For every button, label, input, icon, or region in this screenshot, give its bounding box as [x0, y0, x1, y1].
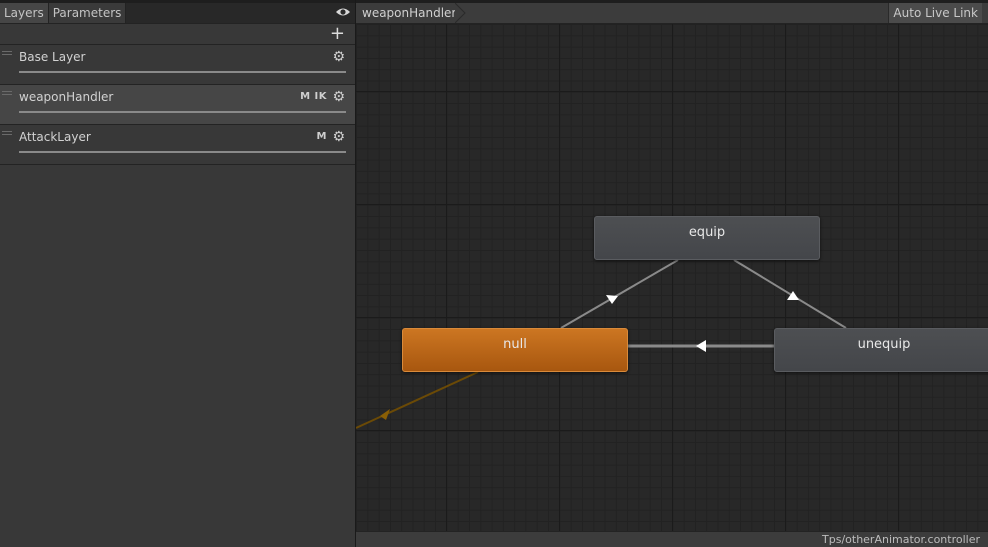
breadcrumb[interactable]: weaponHandler	[356, 3, 470, 23]
state-machine-graph[interactable]: equip null unequip	[356, 24, 988, 531]
auto-live-link-button[interactable]: Auto Live Link	[888, 3, 982, 23]
drag-handle-icon[interactable]	[2, 131, 12, 135]
transition-equip-unequip[interactable]	[733, 259, 847, 329]
layers-panel: Layers Parameters + Base Layer ⚙ weaponH…	[0, 3, 355, 547]
layer-toolbar: +	[0, 24, 355, 45]
layer-name: AttackLayer	[19, 130, 91, 144]
breadcrumb-chevron-icon	[455, 3, 466, 23]
layer-weight-bar	[19, 151, 346, 153]
state-equip[interactable]: equip	[594, 216, 820, 260]
layer-item-attacklayer[interactable]: AttackLayer M ⚙	[0, 125, 355, 165]
gear-icon[interactable]: ⚙	[332, 130, 345, 144]
layer-item-weaponhandler[interactable]: weaponHandler M IK ⚙	[0, 85, 355, 125]
plus-icon[interactable]: +	[330, 24, 345, 44]
drag-handle-icon[interactable]	[2, 51, 12, 55]
transition-entry-null[interactable]	[356, 371, 479, 429]
layer-weight-bar	[19, 111, 346, 113]
gear-icon[interactable]: ⚙	[332, 50, 345, 64]
breadcrumb-bar: weaponHandler Auto Live Link	[356, 3, 988, 24]
layer-name: Base Layer	[19, 50, 86, 64]
layer-weight-bar	[19, 71, 346, 73]
gear-icon[interactable]: ⚙	[332, 90, 345, 104]
layer-item-base-layer[interactable]: Base Layer ⚙	[0, 45, 355, 85]
layer-name: weaponHandler	[19, 90, 114, 104]
layer-flags: M	[316, 131, 327, 142]
drag-handle-icon[interactable]	[2, 91, 12, 95]
arrow-icon	[380, 409, 390, 420]
status-bar: Tps/otherAnimator.controller	[356, 531, 988, 547]
transitions	[356, 259, 847, 429]
panel-tabs: Layers Parameters	[0, 3, 355, 24]
transition-null-equip[interactable]	[560, 259, 679, 329]
eye-icon[interactable]	[335, 6, 351, 18]
layer-flags: M IK	[300, 91, 327, 102]
arrow-icon	[606, 295, 618, 304]
controller-path: Tps/otherAnimator.controller	[822, 533, 980, 546]
state-null-default[interactable]: null	[402, 328, 628, 372]
arrow-icon	[696, 340, 706, 352]
tab-layers[interactable]: Layers	[0, 3, 49, 23]
state-unequip[interactable]: unequip	[774, 328, 988, 372]
tab-parameters[interactable]: Parameters	[48, 3, 127, 23]
